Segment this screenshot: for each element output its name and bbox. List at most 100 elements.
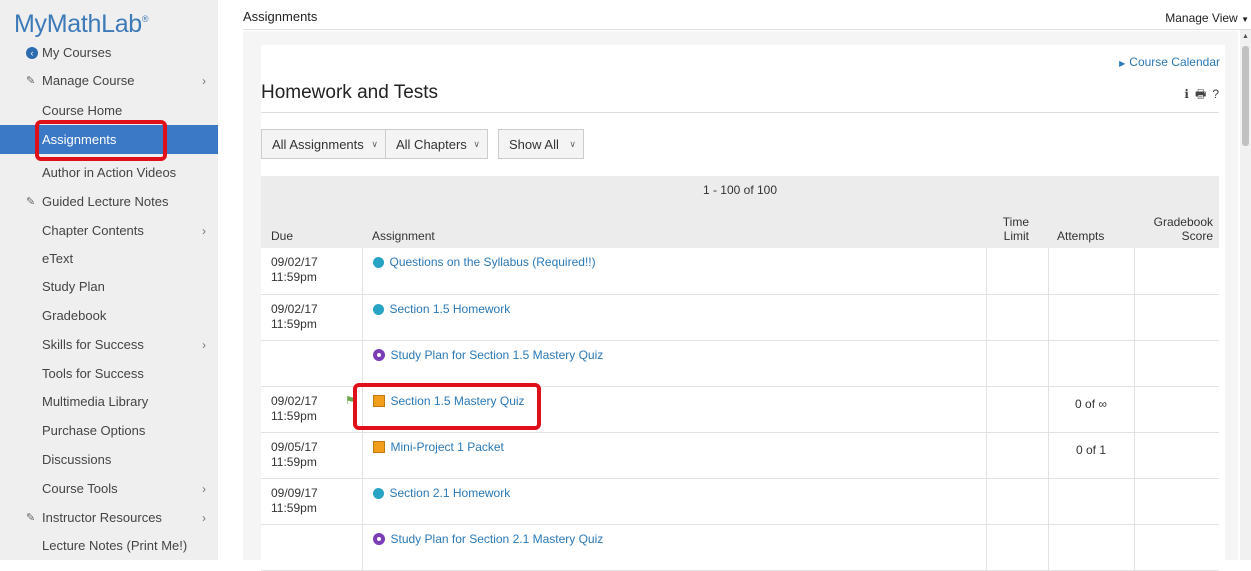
pencil-icon: ✎	[26, 195, 36, 208]
sidebar-item-label: Manage Course	[42, 73, 135, 88]
assignment-type-select[interactable]: All Assignments ∨	[261, 129, 386, 159]
homework-icon	[372, 487, 384, 499]
sidebar-item-study-plan[interactable]: Study Plan	[0, 272, 218, 301]
sidebar-item-label: Guided Lecture Notes	[42, 194, 169, 209]
sidebar-item-chapter-contents[interactable]: Chapter Contents ›	[0, 216, 218, 245]
assignments-highlight-box	[35, 120, 167, 161]
section-title: Homework and Tests	[261, 82, 439, 103]
sidebar-item-instructor-resources[interactable]: ✎ Instructor Resources ›	[0, 503, 218, 532]
sidebar-item-label: Author in Action Videos	[42, 165, 177, 180]
sidebar-item-purchase-options[interactable]: Purchase Options	[0, 416, 218, 445]
studyplan-icon	[372, 348, 385, 361]
top-bar: Assignments Manage View ▼	[243, 0, 1251, 30]
col-due[interactable]: Due	[271, 229, 293, 243]
attempts-cell	[1047, 478, 1134, 525]
info-icon[interactable]: ℹ︎	[1184, 87, 1195, 101]
time-limit-cell	[985, 340, 1048, 387]
manage-view-label: Manage View	[1165, 11, 1238, 25]
show-value: Show All	[509, 136, 559, 152]
assignment-cell: Questions on the Syllabus (Required!!)	[361, 248, 986, 295]
assignment-link[interactable]: Study Plan for Section 2.1 Mastery Quiz	[391, 532, 604, 546]
sidebar-item-author-in-action-videos[interactable]: Author in Action Videos	[0, 158, 218, 187]
due-time: 11:59pm	[271, 500, 317, 515]
chapters-select[interactable]: All Chapters ∨	[385, 129, 488, 159]
course-calendar-link[interactable]: ▶ Course Calendar	[1119, 55, 1220, 69]
col-assignment[interactable]: Assignment	[372, 229, 435, 243]
due-date: 09/02/17	[271, 301, 318, 316]
sidebar-item-discussions[interactable]: Discussions	[0, 445, 218, 474]
score-cell	[1133, 294, 1219, 341]
sidebar-item-guided-lecture-notes[interactable]: ✎ Guided Lecture Notes	[0, 187, 218, 216]
due-cell	[261, 340, 362, 387]
attempts-cell	[1047, 248, 1134, 295]
assignment-link[interactable]: Questions on the Syllabus (Required!!)	[390, 255, 596, 269]
time-limit-cell	[985, 432, 1048, 479]
col-time-limit-2: Limit	[1003, 229, 1029, 243]
assignment-cell: Study Plan for Section 1.5 Mastery Quiz	[361, 340, 986, 387]
scrollbar[interactable]: ▲	[1240, 30, 1251, 560]
col-gradebook-1: Gradebook	[1153, 215, 1213, 229]
mastery-quiz-highlight-box	[353, 383, 541, 430]
chevron-down-icon: ∨	[371, 138, 378, 149]
show-select[interactable]: Show All ∨	[498, 129, 584, 159]
sidebar-item-label: Instructor Resources	[42, 510, 162, 525]
homework-icon	[372, 257, 384, 268]
assignment-link[interactable]: Section 2.1 Homework	[390, 486, 511, 500]
divider	[261, 112, 1219, 113]
assignment-link[interactable]: Mini-Project 1 Packet	[391, 440, 504, 454]
sidebar-item-my-courses[interactable]: ‹ My Courses	[0, 38, 218, 67]
chevron-right-icon: ›	[202, 73, 206, 88]
assignment-cell: Section 1.5 Homework	[361, 294, 986, 341]
attempts-cell: 0 of 1	[1047, 432, 1134, 479]
sidebar-item-gradebook[interactable]: Gradebook	[0, 301, 218, 330]
sidebar-item-etext[interactable]: eText	[0, 244, 218, 273]
sidebar-item-label: Multimedia Library	[42, 394, 149, 409]
table-row: 09/05/17 11:59pm Mini-Project 1 Packet 0 of…	[261, 432, 1219, 479]
scroll-up-icon[interactable]: ▲	[1242, 33, 1249, 40]
sidebar-item-label: Discussions	[42, 452, 112, 467]
assignment-cell: Section 2.1 Homework	[361, 478, 986, 525]
col-time-limit-1: Time	[1002, 215, 1029, 229]
brand-logo[interactable]: MyMathLab®	[14, 10, 149, 39]
print-icon[interactable]: 🖶︎	[1195, 87, 1212, 101]
due-cell: 09/09/17 11:59pm	[261, 478, 362, 525]
sidebar-item-label: Chapter Contents	[42, 223, 144, 238]
assignment-link[interactable]: Study Plan for Section 1.5 Mastery Quiz	[391, 348, 604, 362]
sidebar-item-course-tools[interactable]: Course Tools ›	[0, 474, 218, 503]
quiz-icon	[372, 440, 385, 453]
assignment-link[interactable]: Section 1.5 Homework	[390, 302, 511, 316]
chevron-down-icon: ∨	[473, 138, 480, 149]
table-row: 09/09/17 11:59pm Section 2.1 Homework	[261, 478, 1219, 525]
table-row: Study Plan for Section 1.5 Mastery Quiz	[261, 340, 1219, 387]
attempts-cell	[1047, 524, 1134, 571]
score-cell	[1133, 386, 1219, 433]
sidebar-item-skills-for-success[interactable]: Skills for Success ›	[0, 330, 218, 359]
toolbar-icons: ℹ︎🖶︎?	[1184, 85, 1225, 106]
col-attempts[interactable]: Attempts	[1057, 229, 1104, 243]
chevron-down-icon: ∨	[569, 138, 576, 149]
due-date: 09/02/17	[271, 255, 318, 269]
sidebar-item-tools-for-success[interactable]: Tools for Success	[0, 359, 218, 388]
sidebar-item-manage-course[interactable]: ✎ Manage Course ›	[0, 66, 218, 95]
due-date: 09/09/17	[271, 485, 318, 500]
homework-icon	[372, 303, 384, 315]
sidebar-item-label: Purchase Options	[42, 423, 146, 438]
scrollbar-thumb[interactable]	[1242, 46, 1249, 146]
due-date: 09/05/17	[271, 439, 318, 454]
attempts-cell: 0 of ∞	[1047, 386, 1134, 433]
help-icon[interactable]: ?	[1212, 87, 1225, 101]
sidebar-item-label: Course Tools	[42, 481, 118, 496]
sidebar-item-lecture-notes-print-me[interactable]: Lecture Notes (Print Me!)	[0, 531, 218, 560]
col-gradebook-2: Score	[1181, 229, 1213, 243]
table-header: Due Assignment Time Limit Attempts Grade…	[261, 204, 1219, 248]
sidebar-item-multimedia-library[interactable]: Multimedia Library	[0, 387, 218, 416]
sidebar-item-label: Lecture Notes (Print Me!)	[42, 538, 188, 553]
assignment-type-value: All Assignments	[272, 136, 364, 152]
table-row: Study Plan for Section 2.1 Mastery Quiz	[261, 524, 1219, 571]
time-limit-cell	[985, 386, 1048, 433]
brand-mark: ®	[141, 14, 149, 24]
manage-view-menu[interactable]: Manage View ▼	[1165, 11, 1249, 25]
due-time: 11:59pm	[271, 270, 317, 284]
table-row: 09/02/17 11:59pm Questions on the Syllabus…	[261, 248, 1219, 295]
due-cell: 09/02/17 11:59pm	[261, 248, 362, 295]
